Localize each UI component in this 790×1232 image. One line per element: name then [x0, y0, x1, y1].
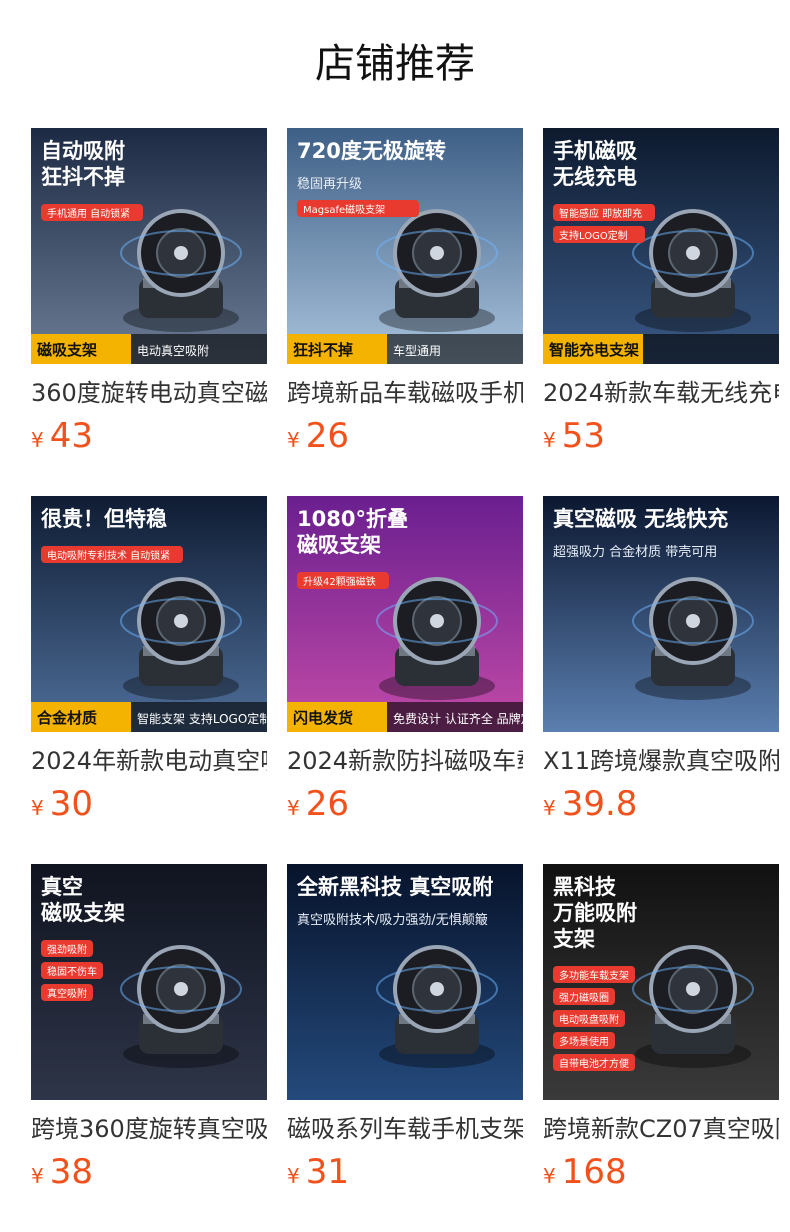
- product-price: ¥26: [287, 416, 523, 456]
- product-price: ¥38: [31, 1152, 267, 1192]
- thumb-tag: 智能感应 即放即充: [559, 207, 642, 220]
- product-card[interactable]: 真空磁吸 无线快充超强吸力 合金材质 带壳可用 X11跨境爆款真空吸附无线快充支架…: [543, 496, 779, 864]
- product-price: ¥168: [543, 1152, 779, 1192]
- thumb-tag: 强力磁吸圈: [559, 991, 609, 1004]
- thumb-banner-primary: 合金材质: [36, 709, 97, 727]
- thumb-banner-primary: 狂抖不掉: [293, 341, 353, 359]
- product-price: ¥26: [287, 784, 523, 824]
- thumb-headline: 真空: [41, 875, 83, 899]
- thumb-subtitle: 超强吸力 合金材质 带壳可用: [553, 544, 717, 560]
- thumb-banner-primary: 智能充电支架: [549, 341, 639, 359]
- page-title: 店铺推荐: [315, 41, 475, 87]
- product-grid: 自动吸附狂抖不掉手机通用 自动锁紧磁吸支架电动真空吸附360度旋转电动真空磁吸车…: [31, 128, 790, 1232]
- thumb-tag: 升级42颗强磁铁: [303, 575, 376, 588]
- product-name[interactable]: 跨境360度旋转真空吸附磁吸支架: [31, 1112, 267, 1146]
- thumb-headline: 无线充电: [553, 165, 637, 189]
- product-card[interactable]: 720度无极旋转稳固再升级 Magsafe磁吸支架狂抖不掉 车型通用跨境新品车载磁吸…: [287, 128, 523, 496]
- thumb-banner-secondary: 电动真空吸附: [137, 344, 209, 358]
- thumb-tag: 自带电池才方便: [559, 1057, 629, 1070]
- product-card[interactable]: 很贵！但特稳电动吸附专利技术 自动锁紧合金材质 智能支架 支持LOGO定制 2024…: [31, 496, 267, 864]
- product-image[interactable]: 真空磁吸 无线快充超强吸力 合金材质 带壳可用: [543, 496, 779, 732]
- currency-symbol: ¥: [287, 428, 300, 452]
- product-card[interactable]: 手机磁吸 无线充电智能感应 即放即充 支持LOGO定制智能充电支架 2024新款车载无…: [543, 128, 779, 496]
- product-price: ¥43: [31, 416, 267, 456]
- thumb-tag: 电动吸附专利技术 自动锁紧: [47, 549, 170, 562]
- price-amount: 30: [49, 784, 93, 824]
- price-amount: 53: [561, 416, 605, 456]
- price-amount: 31: [305, 1152, 349, 1192]
- product-price: ¥30: [31, 784, 267, 824]
- currency-symbol: ¥: [543, 796, 556, 820]
- product-image[interactable]: 很贵！但特稳电动吸附专利技术 自动锁紧合金材质 智能支架 支持LOGO定制: [31, 496, 267, 732]
- thumb-tag: 电动吸盘吸附: [559, 1013, 619, 1026]
- thumb-banner-primary: 磁吸支架: [37, 341, 97, 359]
- product-image[interactable]: 自动吸附 狂抖不掉手机通用 自动锁紧磁吸支架 电动真空吸附: [31, 128, 267, 364]
- product-image[interactable]: 真空 磁吸支架强劲吸附稳固不伤车真空吸附: [31, 864, 267, 1100]
- product-card[interactable]: 真空磁吸支架强劲吸附稳固不伤车真空吸附跨境360度旋转真空吸附磁吸支架 ¥38: [31, 864, 267, 1232]
- thumb-headline: 手机磁吸: [553, 139, 638, 163]
- price-amount: 26: [305, 784, 349, 824]
- price-amount: 43: [49, 416, 93, 456]
- thumb-headline: 真空磁吸 无线快充: [553, 507, 728, 531]
- product-name[interactable]: X11跨境爆款真空吸附无线快充支架: [543, 744, 779, 778]
- thumb-tag: 手机通用 自动锁紧: [47, 207, 130, 220]
- thumb-banner-secondary: 免费设计 认证齐全 品牌定制 折叠磁吸式防抖导航吸盘支架: [393, 711, 523, 726]
- thumb-tag: 稳固不伤车: [47, 965, 97, 978]
- thumb-headline: 万能吸附: [552, 901, 637, 925]
- thumb-headline: 自动吸附: [41, 139, 125, 163]
- thumb-headline: 全新黑科技 真空吸附: [296, 875, 493, 899]
- thumb-tag: 强劲吸附: [47, 943, 87, 956]
- product-image[interactable]: 720度无极旋转稳固再升级 Magsafe磁吸支架狂抖不掉 车型通用: [287, 128, 523, 364]
- thumb-headline: 支架: [553, 927, 595, 951]
- product-name[interactable]: 跨境新品车载磁吸手机支架: [287, 376, 523, 410]
- product-card[interactable]: 黑科技 万能吸附 支架多功能车载支架 强力磁吸圈电动吸盘吸附 多场景使用自带电池才方便跨…: [543, 864, 779, 1232]
- product-card[interactable]: 全新黑科技 真空吸附真空吸附技术/吸力强劲/无惧颠簸磁吸系列车载手机支架真空吸盘…: [287, 864, 523, 1232]
- thumb-subtitle: 真空吸附技术/吸力强劲/无惧颠簸: [297, 912, 488, 928]
- product-image[interactable]: 黑科技 万能吸附 支架多功能车载支架 强力磁吸圈电动吸盘吸附 多场景使用自带电池才方便: [543, 864, 779, 1100]
- price-amount: 38: [49, 1152, 93, 1192]
- thumb-tag: Magsafe磁吸支架: [303, 203, 385, 216]
- thumb-banner-secondary: 智能支架 支持LOGO定制: [137, 711, 267, 726]
- currency-symbol: ¥: [287, 1164, 300, 1188]
- thumb-headline: 1080°折叠: [297, 507, 408, 531]
- currency-symbol: ¥: [543, 428, 556, 452]
- thumb-headline: 720度无极旋转: [297, 139, 446, 163]
- product-price: ¥31: [287, 1152, 523, 1192]
- product-price: ¥53: [543, 416, 779, 456]
- product-name[interactable]: 2024年新款电动真空吸盘手机支架: [31, 744, 267, 778]
- currency-symbol: ¥: [31, 1164, 44, 1188]
- product-card[interactable]: 自动吸附狂抖不掉手机通用 自动锁紧磁吸支架 电动真空吸附 360度旋转电动真空磁吸车…: [31, 128, 267, 496]
- thumb-banner-secondary: 车型通用: [393, 343, 441, 358]
- thumb-headline: 磁吸支架: [41, 901, 125, 925]
- product-name[interactable]: 磁吸系列车载手机支架真空吸盘: [287, 1112, 523, 1146]
- currency-symbol: ¥: [31, 428, 44, 452]
- thumb-headline: 黑科技: [553, 875, 617, 899]
- product-price: ¥39.8: [543, 784, 779, 824]
- product-card[interactable]: 1080°折叠磁吸支架升级42颗强磁铁闪电发货 免费设计 认证齐全 品牌定制 折叠…: [287, 496, 523, 864]
- product-name[interactable]: 2024新款车载无线充电磁吸支架: [543, 376, 779, 410]
- thumb-headline: 狂抖不掉: [41, 165, 125, 189]
- price-amount: 26: [305, 416, 349, 456]
- product-name[interactable]: 跨境新款CZ07真空吸附万能支架: [543, 1112, 779, 1146]
- thumb-tag: 多功能车载支架: [559, 969, 629, 982]
- currency-symbol: ¥: [543, 1164, 556, 1188]
- price-amount: 168: [561, 1152, 627, 1192]
- thumb-tag: 支持LOGO定制: [559, 229, 628, 242]
- currency-symbol: ¥: [287, 796, 300, 820]
- product-image[interactable]: 全新黑科技 真空吸附真空吸附技术/吸力强劲/无惧颠簸: [287, 864, 523, 1100]
- thumb-tag: 多场景使用: [559, 1035, 609, 1048]
- thumb-subtitle: 稳固再升级: [297, 176, 362, 192]
- thumb-headline: 很贵！但特稳: [41, 507, 167, 531]
- thumb-tag: 真空吸附: [47, 987, 87, 1000]
- currency-symbol: ¥: [31, 796, 44, 820]
- product-image[interactable]: 1080°折叠磁吸支架升级42颗强磁铁闪电发货 免费设计 认证齐全 品牌定制 折叠…: [287, 496, 523, 732]
- product-name[interactable]: 360度旋转电动真空磁吸车载手机支架: [31, 376, 267, 410]
- thumb-headline: 磁吸支架: [297, 533, 381, 557]
- product-name[interactable]: 2024新款防抖磁吸车载折叠支架: [287, 744, 523, 778]
- thumb-banner-primary: 闪电发货: [293, 709, 353, 727]
- price-amount: 39.8: [561, 784, 638, 824]
- product-image[interactable]: 手机磁吸 无线充电智能感应 即放即充 支持LOGO定制智能充电支架: [543, 128, 779, 364]
